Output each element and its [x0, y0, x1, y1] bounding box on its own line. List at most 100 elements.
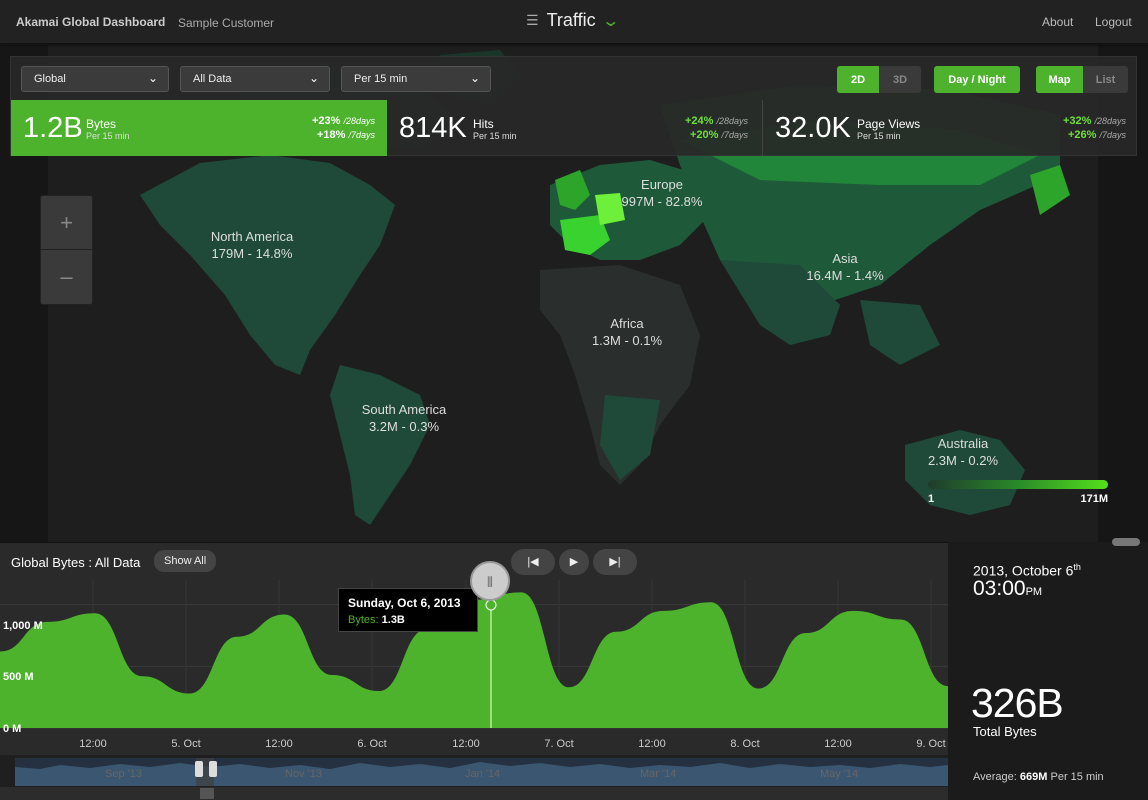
play-icon: ▶ — [569, 556, 579, 568]
region-name: Asia — [832, 251, 858, 266]
data-select[interactable]: All Data ⌄ — [180, 66, 330, 92]
tooltip-value: Bytes: 1.3B — [348, 614, 405, 626]
stat-value: 1.2B — [23, 112, 83, 144]
skip-forward-icon: ▶| — [609, 556, 621, 568]
summary-time: 03:00PM — [973, 577, 1043, 600]
region-australia[interactable]: Australia 2.3M - 0.2% — [928, 435, 998, 469]
controls-panel: Global ⌄ All Data ⌄ Per 15 min ⌄ 2D 3D D… — [10, 56, 1137, 156]
summary-average: Average: 669M Per 15 min — [973, 771, 1104, 783]
y-tick-1000: 1,000 M — [3, 620, 43, 632]
panel-resize-handle[interactable] — [1112, 538, 1140, 546]
show-all-button[interactable]: Show All — [154, 550, 217, 572]
timeline-scrubber-handle[interactable]: ⦀ — [470, 561, 510, 601]
stat-change-28d: +24% /28days — [684, 115, 748, 127]
chevron-down-icon: ⌄ — [308, 71, 319, 85]
stat-change-7d: +26% /7days — [1067, 129, 1126, 141]
chevron-down-icon: ⌄ — [600, 12, 620, 30]
region-europe[interactable]: Europe 997M - 82.8% — [622, 176, 703, 210]
interval-select[interactable]: Per 15 min ⌄ — [341, 66, 491, 92]
brand-title[interactable]: Akamai Global Dashboard — [16, 15, 165, 29]
region-name: Australia — [937, 436, 989, 451]
x-tick-label: 7. Oct — [544, 738, 574, 750]
x-tick-label: 12:00 — [638, 738, 666, 750]
region-name: Europe — [641, 177, 683, 192]
y-tick-500: 500 M — [3, 671, 34, 683]
x-tick-label: 8. Oct — [730, 738, 760, 750]
list-view-button[interactable]: List — [1083, 66, 1128, 93]
stat-value: 32.0K — [775, 112, 851, 144]
region-value: 179M - 14.8% — [211, 246, 293, 261]
stat-page-views[interactable]: 32.0K Page Views Per 15 min +32% /28days… — [763, 100, 1138, 156]
legend-min: 1 — [928, 493, 935, 505]
navigator-label: Nov '13 — [285, 768, 322, 780]
navigator-label: Jan '14 — [465, 768, 501, 780]
x-tick-label: 12:00 — [79, 738, 107, 750]
grip-icon: ⦀ — [486, 574, 494, 590]
navigator-left-handle[interactable] — [195, 761, 203, 777]
stat-change-28d: +23% /28days — [311, 115, 375, 127]
interval-select-value: Per 15 min — [354, 73, 408, 85]
region-asia[interactable]: Asia 16.4M - 1.4% — [806, 250, 883, 284]
about-link[interactable]: About — [1042, 15, 1073, 29]
color-legend: 1 171M — [928, 480, 1108, 505]
stat-change-28d: +32% /28days — [1062, 115, 1126, 127]
map-list-toggle: Map List — [1036, 66, 1128, 93]
legend-gradient — [928, 480, 1108, 489]
chart-title: Global Bytes : All Data — [11, 555, 141, 570]
x-tick-label: 12:00 — [824, 738, 852, 750]
section-selector[interactable]: ☰ Traffic ⌄ — [526, 10, 620, 31]
stat-label: Bytes — [86, 117, 117, 131]
tooltip-date: Sunday, Oct 6, 2013 — [348, 596, 461, 610]
stat-change-7d: +20% /7days — [689, 129, 748, 141]
y-tick-0: 0 M — [3, 723, 22, 735]
map-view-button[interactable]: Map — [1036, 66, 1083, 93]
x-tick-label: 9. Oct — [916, 738, 946, 750]
region-select[interactable]: Global ⌄ — [21, 66, 169, 92]
cursor-marker — [485, 599, 497, 611]
play-button[interactable]: ▶ — [559, 549, 589, 575]
stat-sub: Per 15 min — [857, 131, 901, 141]
region-value: 1.3M - 0.1% — [591, 333, 663, 348]
zoom-control: + – — [40, 195, 93, 305]
day-night-button[interactable]: Day / Night — [934, 66, 1020, 93]
region-name: Africa — [610, 316, 644, 331]
zoom-in-button[interactable]: + — [41, 196, 92, 250]
zoom-out-button[interactable]: – — [41, 250, 92, 304]
region-north-america[interactable]: North America 179M - 14.8% — [211, 228, 293, 262]
top-bar: Akamai Global Dashboard Sample Customer … — [0, 0, 1148, 44]
x-tick-label: 6. Oct — [357, 738, 387, 750]
x-tick-label: 12:00 — [265, 738, 293, 750]
stat-change-7d: +18% /7days — [316, 129, 375, 141]
chevron-down-icon: ⌄ — [469, 71, 480, 85]
region-value: 16.4M - 1.4% — [806, 268, 884, 283]
stat-hits[interactable]: 814K Hits Per 15 min +24% /28days +20% /… — [387, 100, 763, 156]
region-value: 997M - 82.8% — [621, 194, 703, 209]
x-tick-label: 5. Oct — [171, 738, 201, 750]
skip-back-button[interactable]: |◀ — [511, 549, 555, 575]
navigator-label: May '14 — [820, 768, 859, 780]
region-south-america[interactable]: South America 3.2M - 0.3% — [362, 401, 447, 435]
stat-bytes[interactable]: 1.2B Bytes Per 15 min +23% /28days +18% … — [11, 100, 387, 156]
list-icon: ☰ — [526, 12, 539, 28]
view-3d-button[interactable]: 3D — [879, 66, 921, 93]
navigator-label: Mar '14 — [640, 768, 677, 780]
logout-link[interactable]: Logout — [1095, 15, 1132, 29]
skip-back-icon: |◀ — [527, 556, 539, 568]
view-2d-button[interactable]: 2D — [837, 66, 879, 93]
customer-name: Sample Customer — [178, 16, 275, 30]
navigator-label: Sep '13 — [105, 768, 142, 780]
region-value: 2.3M - 0.2% — [927, 453, 999, 468]
stat-sub: Per 15 min — [86, 131, 130, 141]
region-name: South America — [361, 402, 447, 417]
skip-forward-button[interactable]: ▶| — [593, 549, 637, 575]
summary-total-label: Total Bytes — [973, 724, 1037, 739]
navigator-right-handle[interactable] — [209, 761, 217, 777]
legend-max: 171M — [1080, 493, 1108, 505]
region-africa[interactable]: Africa 1.3M - 0.1% — [592, 315, 662, 349]
summary-total: 326B — [971, 680, 1064, 726]
x-tick-label: 12:00 — [452, 738, 480, 750]
region-select-value: Global — [34, 73, 66, 85]
chevron-down-icon: ⌄ — [147, 71, 158, 85]
chart-tooltip: Sunday, Oct 6, 2013 Bytes: 1.3B — [338, 588, 478, 632]
stat-label: Page Views — [857, 117, 921, 131]
